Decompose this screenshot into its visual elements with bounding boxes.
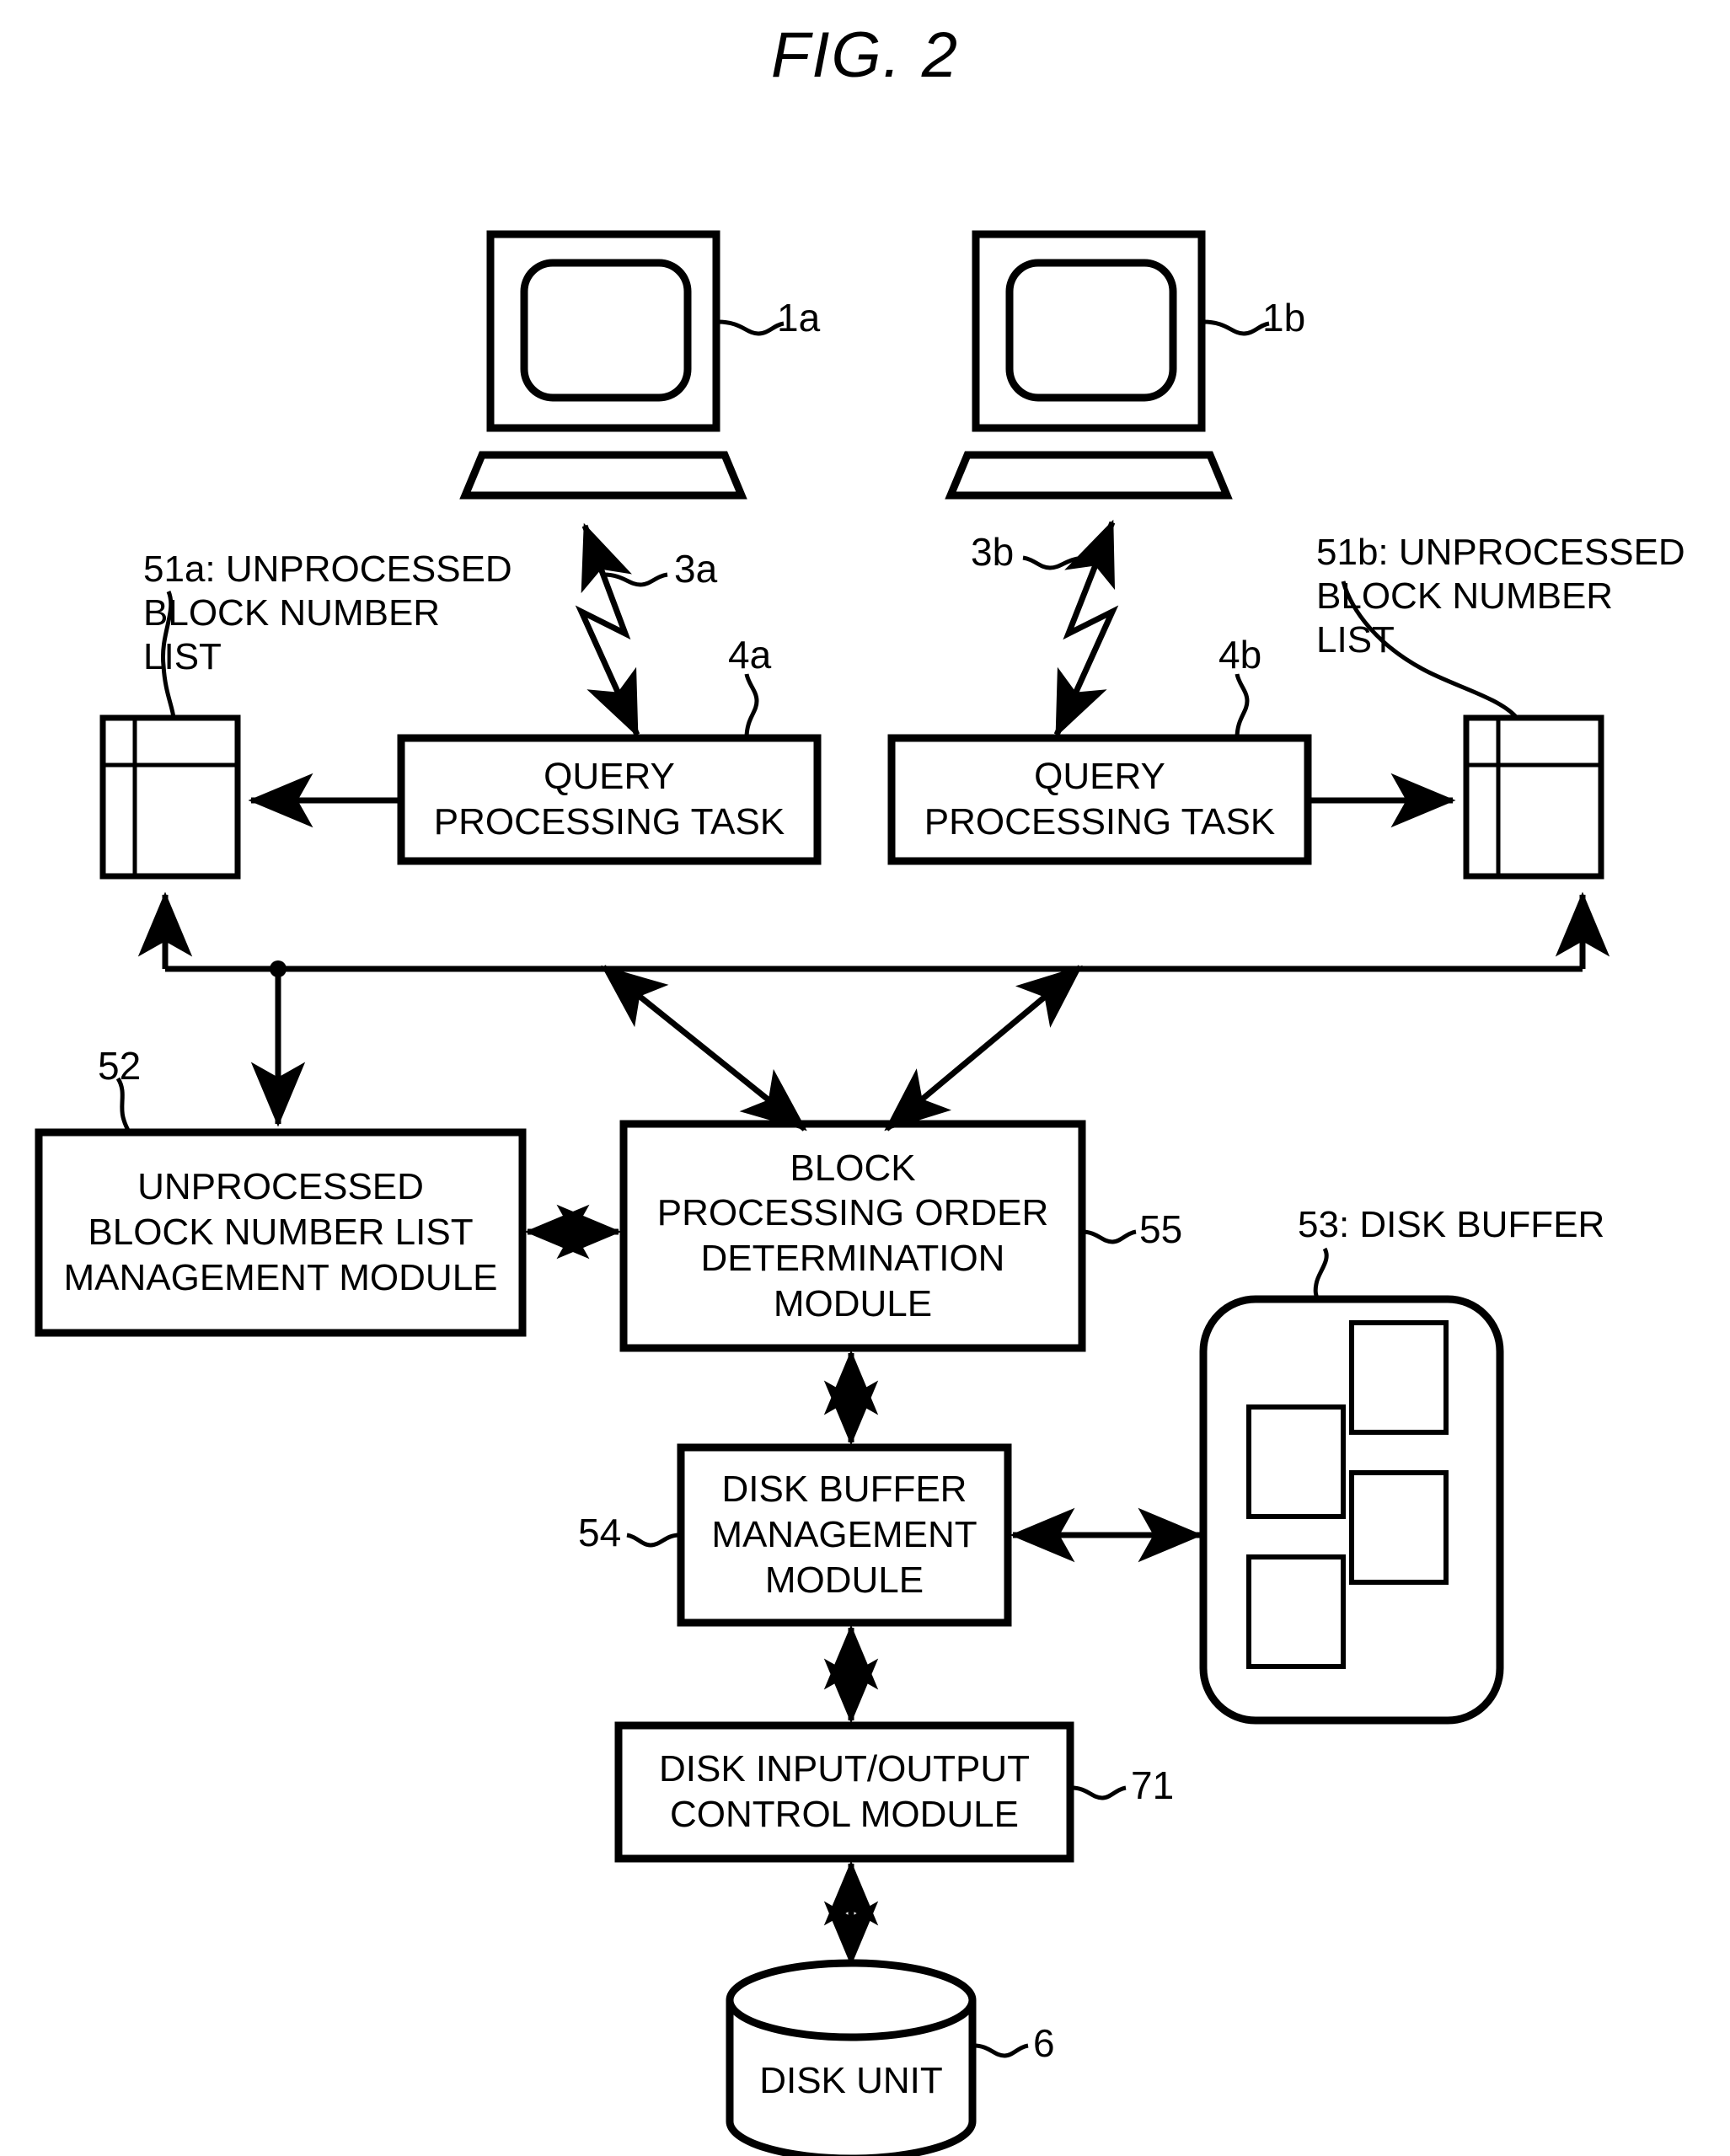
ref-6: 6: [1033, 2021, 1055, 2065]
ref-3a: 3a: [674, 547, 718, 591]
label-list-51b: 51b: UNPROCESSED BLOCK NUMBER LIST: [1316, 532, 1685, 661]
ref-1b: 1b: [1262, 296, 1306, 340]
ref-3b: 3b: [971, 530, 1015, 574]
figure-drawing: [35, 230, 1610, 2156]
ref-52: 52: [98, 1044, 142, 1088]
ref-71: 71: [1131, 1763, 1175, 1807]
figure-page: FIG. 2 1b 1a 3a 3b 4a 4b 51a: UNPROCESSE…: [0, 0, 1730, 2156]
ref-55: 55: [1139, 1207, 1183, 1251]
label-list-51a: 51a: UNPROCESSED BLOCK NUMBER LIST: [143, 548, 512, 677]
label-disk-buffer-53: 53: DISK BUFFER: [1298, 1204, 1605, 1245]
ref-4a: 4a: [728, 633, 772, 677]
ref-54: 54: [578, 1511, 622, 1554]
ref-4b: 4b: [1218, 633, 1262, 677]
ref-1a: 1a: [777, 296, 821, 340]
